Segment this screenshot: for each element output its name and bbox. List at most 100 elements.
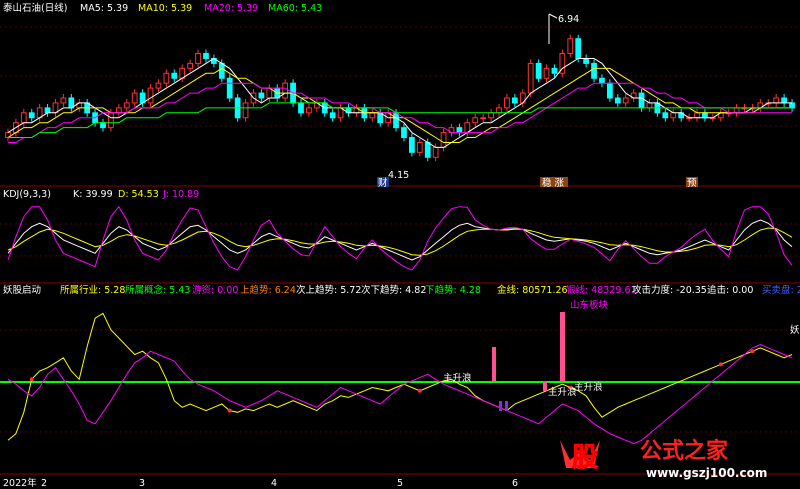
candle-body [614,97,621,104]
candle-body [622,97,629,104]
candle-body [60,97,67,104]
ind-f10: 攻击力度: -20.35 [632,284,707,296]
candle-body [511,97,518,104]
candle-body [258,92,265,99]
ind-f6: 次下趋势: 4.82 [361,284,426,296]
main-header: 泰山石油(日线) MA5: 5.39 MA10: 5.39 MA20: 5.39… [3,2,322,14]
candle-body [535,62,542,79]
x-tick-3: 3 [139,478,145,489]
candle-body [282,82,289,99]
candle-body [773,97,780,104]
ma60-label: MA60: 5.43 [268,3,322,14]
candle-body [306,107,312,114]
candle-body [298,102,304,114]
ind-f1: 所属行业: 5.28 [60,284,125,296]
candle-body [646,102,653,109]
ind-f2: 所属概念: 5.43 [125,284,190,296]
x-tick-year: 2022年 [3,477,37,489]
indicator-dot [750,349,755,354]
yu-label: 预 [687,178,697,189]
signal-bar-1 [499,401,502,411]
watermark-url: www.gszj100.com [646,466,767,480]
candle-body [147,87,154,104]
ma20-label: MA20: 5.39 [204,3,258,14]
candle-body [393,112,399,129]
candle-body [155,82,162,89]
candle-body [100,122,106,129]
candle-body [20,112,27,124]
candle-body [44,107,51,114]
indicator-dot [417,388,422,393]
rise-label-2: 主升浪 [548,386,577,398]
candle-body [416,141,423,153]
spike-bar-2 [560,312,565,382]
candle-body [662,112,669,119]
kdj-j-label: J: 10.89 [162,189,199,200]
rise-label-3: 主升浪 [574,381,603,393]
candle-body [242,102,249,119]
block-label: 山东板块 [570,299,609,311]
candle-body [409,137,415,153]
ma5-label: MA5: 5.39 [80,3,128,14]
candle-body [551,67,558,74]
candle-body [187,62,193,69]
x-tick-6: 6 [512,478,518,489]
candle-body [488,112,494,119]
kdj-title: KDJ(9,3,3) [3,189,51,200]
watermark-gu: 股 [572,443,598,473]
x-tick-2: 2 [41,478,47,489]
candle-body [28,112,35,119]
indicator-dot [29,377,34,382]
candle-body [163,72,170,84]
cai-label: 财 [378,177,388,189]
candle-body [432,146,439,158]
stock-chart[interactable]: 泰山石油(日线) MA5: 5.39 MA10: 5.39 MA20: 5.39… [0,0,800,489]
candle-body [496,107,502,114]
x-tick-5: 5 [397,478,403,489]
candle-body [472,117,479,124]
spike-bar-1 [492,347,496,381]
ind-f12: 买卖盘: 27 [762,284,800,296]
spike-bar-3 [543,381,547,391]
candle-body [504,97,510,109]
candle-body [369,112,376,119]
candle-body [543,67,550,79]
candle-body [440,132,447,148]
rise-label-1: 主升浪 [443,372,472,384]
ind-f3: 游资: 0.00 [192,284,238,296]
indicator-dot [227,408,232,413]
candle-body [638,92,645,109]
candle-body [218,62,225,79]
candle-body [131,92,138,104]
ind-f8: 金线: 80571.26 [497,284,568,296]
ind-f5: 次上趋势: 5.72 [296,284,361,296]
candle-body [670,112,677,119]
ma10-label: MA10: 5.39 [138,3,192,14]
candle-body [583,57,589,64]
zhang-label: 稳 涨 [542,177,565,189]
low-price-label: 4.15 [388,170,409,181]
candle-body [226,77,233,99]
candle-body [329,112,336,119]
ind-f4: 上趋势: 6.24 [240,284,296,296]
ind-f7: 下趋势: 4.28 [425,284,481,296]
candle-body [527,62,534,94]
watermark-brand: 公式之家 [640,438,729,464]
candle-body [424,141,431,158]
signal-bar-2 [505,401,508,411]
kdj-d-label: D: 54.53 [118,189,159,200]
ind-f9: 银线: 48329.61 [566,284,637,296]
candle-body [733,107,740,114]
candle-body [203,53,209,59]
candle-body [108,112,114,129]
indicator-dot [718,362,723,367]
ind-f11: 追击: 0.00 [707,284,753,296]
main-title: 泰山石油(日线) [3,2,67,14]
candle-body [781,97,787,104]
candle-body [115,107,122,114]
candle-body [607,82,613,99]
candle-body [702,112,708,119]
candle-body [567,38,574,55]
candle-body [575,38,582,59]
candle-body [789,102,795,109]
